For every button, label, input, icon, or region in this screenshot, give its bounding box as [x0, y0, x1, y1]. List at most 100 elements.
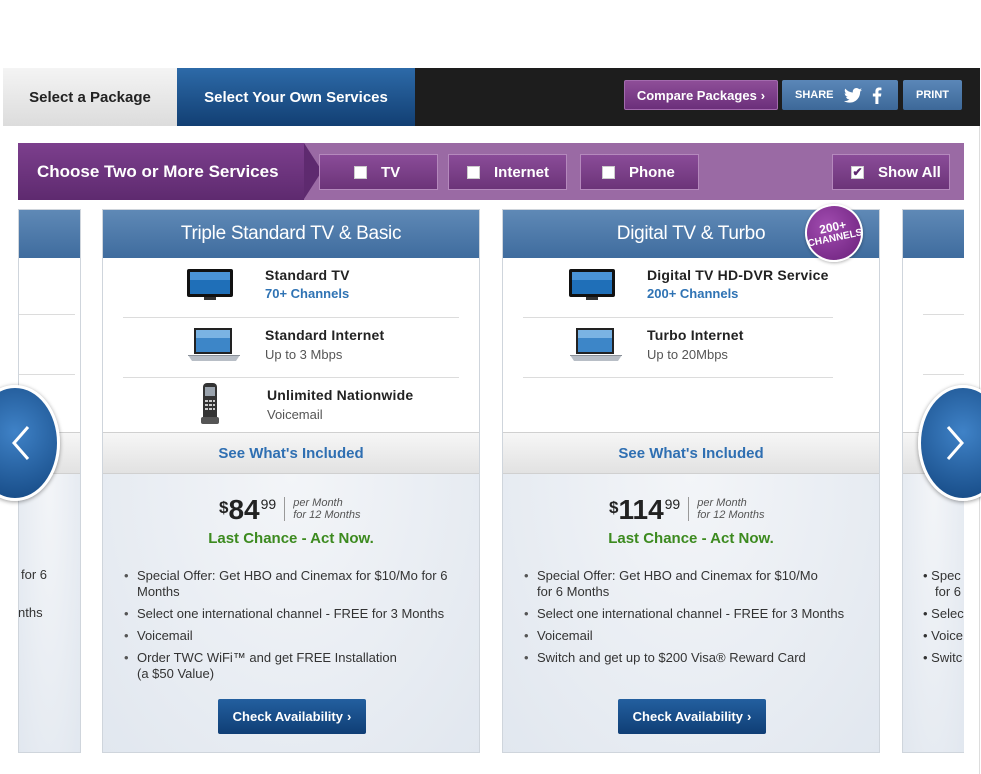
service-detail-link[interactable]: 200+ Channels — [647, 286, 738, 301]
list-item: Special Offer: Get HBO and Cinemax for $… — [124, 568, 459, 600]
list-item: Select one international channel - FREE … — [124, 606, 459, 622]
service-row-internet: Turbo Internet Up to 20Mbps — [503, 318, 853, 378]
laptop-icon — [188, 328, 240, 361]
checkbox-unchecked-icon — [602, 165, 615, 179]
filter-phone-checkbox[interactable]: Phone — [580, 154, 699, 190]
laptop-icon — [570, 328, 622, 361]
check-availability-label: Check Availability — [232, 709, 343, 724]
list-item: for 6 — [935, 584, 962, 599]
chevron-right-icon: › — [746, 709, 752, 724]
price-cents: 99 — [664, 496, 681, 512]
card-title: Triple Standard TV & Basic — [103, 210, 479, 258]
service-name: Unlimited Nationwide — [267, 387, 414, 403]
filter-internet-checkbox[interactable]: Internet — [448, 154, 567, 190]
price-dollars: 84 — [228, 494, 260, 525]
price-per-month: per Month — [697, 497, 747, 509]
card-header — [903, 210, 964, 258]
share-label: SHARE — [795, 89, 834, 101]
price-term: per Month for 12 Months — [688, 497, 764, 521]
list-item: Order TWC WiFi™ and get FREE Installatio… — [124, 650, 405, 682]
price-per-month: per Month — [293, 497, 343, 509]
checkbox-checked-icon: ✔ — [851, 165, 864, 179]
feature-list: Special Offer: Get HBO and Cinemax for $… — [124, 568, 459, 688]
service-detail: Up to 20Mbps — [647, 347, 728, 362]
divider — [19, 314, 75, 315]
tv-icon — [569, 269, 615, 300]
service-detail-link[interactable]: 70+ Channels — [265, 286, 349, 301]
filter-internet-label: Internet — [494, 163, 550, 181]
checkbox-unchecked-icon — [467, 165, 480, 179]
bullet-text: for 6 — [21, 567, 48, 582]
service-name: Digital TV HD-DVR Service — [647, 267, 829, 283]
tv-icon — [187, 269, 233, 300]
service-name: Standard TV — [265, 267, 350, 283]
filter-phone-label: Phone — [629, 163, 675, 181]
service-name: Turbo Internet — [647, 327, 744, 343]
list-item: Select one international channel - FREE … — [524, 606, 859, 622]
price-area: for 6 nths — [19, 474, 80, 752]
print-button[interactable]: PRINT — [903, 80, 962, 110]
price-duration: for 12 Months — [293, 509, 361, 521]
see-included-link[interactable]: See What's Included — [503, 432, 879, 474]
list-item: • Voice — [923, 628, 963, 643]
compare-packages-button[interactable]: Compare Packages › — [624, 80, 778, 110]
see-included-link[interactable]: See What's Included — [103, 432, 479, 474]
price-term: per Month for 12 Months — [284, 497, 360, 521]
phone-icon — [201, 383, 219, 424]
card-header — [19, 210, 80, 258]
price-dollars: 114 — [618, 494, 664, 525]
divider — [523, 377, 833, 378]
filter-title: Choose Two or More Services — [18, 143, 322, 200]
feature-list: • Spec for 6 • Selec • Voice • Switc — [923, 568, 964, 666]
price-currency: $ — [219, 498, 229, 517]
divider — [923, 374, 964, 375]
feature-list: Special Offer: Get HBO and Cinemax for $… — [524, 568, 859, 672]
check-availability-button[interactable]: Check Availability › — [618, 699, 766, 734]
price: $ 114 99 per Month for 12 Months — [609, 494, 764, 526]
service-filter-bar: Choose Two or More Services TV Internet … — [18, 143, 964, 200]
chevron-right-icon: › — [760, 87, 766, 103]
package-card-digital-turbo: Digital TV & Turbo Digital TV HD-DVR Ser… — [502, 209, 880, 753]
list-item: • Selec — [923, 606, 964, 621]
service-row-phone: Unlimited Nationwide Voicemail — [103, 378, 479, 438]
check-availability-button[interactable]: Check Availability › — [218, 699, 366, 734]
chevron-right-icon: › — [346, 709, 352, 724]
check-availability-label: Check Availability — [632, 709, 743, 724]
tab-select-package[interactable]: Select a Package — [3, 68, 177, 126]
chevron-right-icon — [946, 426, 964, 460]
filter-tv-checkbox[interactable]: TV — [319, 154, 438, 190]
facebook-icon[interactable] — [872, 86, 882, 104]
offer-text: Last Chance - Act Now. — [208, 530, 374, 547]
filter-show-all-label: Show All — [878, 163, 941, 181]
service-row-tv: Digital TV HD-DVR Service 200+ Channels — [503, 258, 853, 318]
filter-show-all-checkbox[interactable]: ✔ Show All — [832, 154, 950, 190]
list-item: Switch and get up to $200 Visa® Reward C… — [524, 650, 859, 666]
compare-packages-label: Compare Packages — [636, 87, 757, 103]
list-item: Voicemail — [124, 628, 459, 644]
divider — [19, 374, 75, 375]
twitter-icon[interactable] — [843, 87, 862, 103]
service-detail: Up to 3 Mbps — [265, 347, 343, 362]
package-card-triple-standard: Triple Standard TV & Basic Standard TV 7… — [102, 209, 480, 753]
price-cents: 99 — [260, 496, 277, 512]
price-area: • Spec for 6 • Selec • Voice • Switc — [903, 474, 964, 752]
service-row-tv: Standard TV 70+ Channels — [103, 258, 479, 318]
filter-tv-label: TV — [381, 163, 401, 181]
list-item: • Spec — [923, 568, 961, 583]
package-tabs-bar: Select a Package Select Your Own Service… — [3, 68, 980, 126]
service-detail: Voicemail — [267, 407, 323, 422]
price: $ 84 99 per Month for 12 Months — [219, 494, 360, 526]
service-row-internet: Standard Internet Up to 3 Mbps — [103, 318, 479, 378]
checkbox-unchecked-icon — [354, 165, 367, 179]
price-duration: for 12 Months — [697, 509, 765, 521]
share-button[interactable]: SHARE — [782, 80, 898, 110]
tab-select-own-services[interactable]: Select Your Own Services — [177, 68, 415, 126]
offer-text: Last Chance - Act Now. — [608, 530, 774, 547]
service-name: Standard Internet — [265, 327, 385, 343]
price-currency: $ — [609, 498, 619, 517]
list-item: • Switc — [923, 650, 963, 665]
list-item: Special Offer: Get HBO and Cinemax for $… — [524, 568, 825, 600]
list-item: Voicemail — [524, 628, 859, 644]
bullet-text: nths — [18, 605, 43, 620]
chevron-left-icon — [12, 426, 30, 460]
